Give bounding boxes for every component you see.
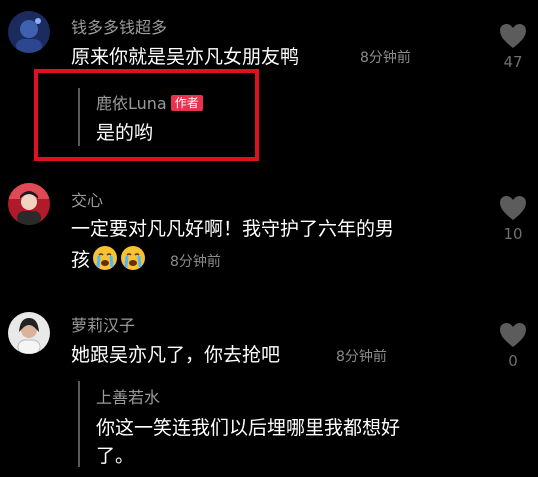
like-button[interactable]: 10	[498, 195, 528, 243]
reply-text: 是的哟	[96, 122, 154, 144]
like-count: 47	[503, 53, 523, 71]
comment-username[interactable]: 萝莉汉子	[71, 312, 135, 336]
author-badge: 作者	[170, 95, 203, 111]
reply-text-line1: 你这一笑连我们以后埋哪里我都想好	[96, 417, 401, 439]
reply-username-text[interactable]: 鹿依Luna	[96, 94, 167, 113]
comment-time: 8分钟前	[360, 50, 411, 66]
avatar[interactable]	[8, 183, 50, 225]
comment-text-line2: 孩	[71, 245, 146, 272]
comment-time: 8分钟前	[336, 349, 387, 365]
reply-divider	[78, 381, 80, 467]
comment-text: 原来你就是吴亦凡女朋友鸭	[71, 46, 300, 68]
heart-icon	[500, 196, 526, 220]
heart-icon	[500, 24, 526, 48]
comment-list: 钱多多钱超多 原来你就是吴亦凡女朋友鸭 8分钟前 47 鹿依Luna 作者 是的哟…	[0, 0, 538, 477]
avatar[interactable]	[8, 11, 50, 53]
heart-icon	[500, 323, 526, 347]
avatar[interactable]	[8, 312, 50, 354]
reply-username[interactable]: 鹿依Luna 作者	[96, 90, 203, 114]
highlight-box	[34, 69, 259, 161]
reply-username[interactable]: 上善若水	[96, 384, 160, 408]
reply-divider	[78, 88, 80, 146]
reply-text-line2: 了。	[96, 445, 135, 467]
comment-text-line1: 一定要对凡凡好啊！我守护了六年的男	[71, 218, 395, 240]
comment-time: 8分钟前	[170, 254, 221, 270]
like-count: 0	[508, 352, 518, 370]
like-button[interactable]: 47	[498, 23, 528, 71]
comment-text: 她跟吴亦凡了，你去抢吧	[71, 344, 281, 366]
crying-face-icon	[121, 246, 146, 270]
like-count: 10	[503, 225, 523, 243]
crying-face-icon	[93, 246, 118, 270]
comment-username[interactable]: 钱多多钱超多	[71, 14, 167, 38]
like-button[interactable]: 0	[498, 322, 528, 370]
comment-text-line2-text: 孩	[71, 249, 91, 271]
comment-username[interactable]: 交心	[71, 187, 103, 211]
